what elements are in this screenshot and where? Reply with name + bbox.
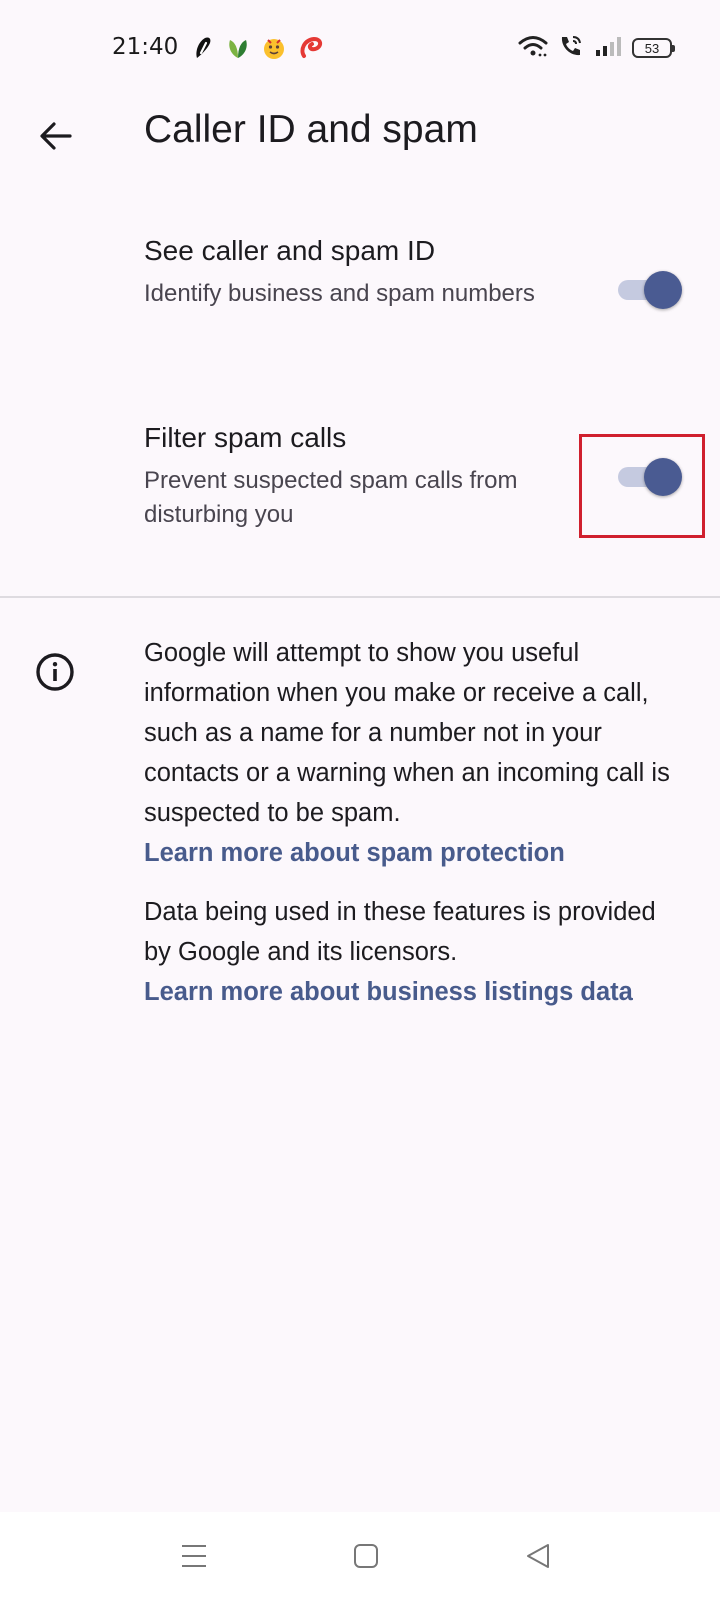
home-icon	[354, 1544, 378, 1568]
spam-protection-link[interactable]: Learn more about spam protection	[144, 833, 684, 873]
setting-summary: Identify business and spam numbers	[144, 280, 535, 307]
arrow-back-icon	[40, 122, 72, 150]
setting-title: See caller and spam ID	[144, 235, 436, 266]
app-icon-one	[192, 36, 214, 60]
status-time: 21:40	[112, 34, 179, 60]
page-title: Caller ID and spam	[144, 108, 478, 151]
wifi-icon	[518, 34, 548, 63]
setting-title: Filter spam calls	[144, 422, 347, 453]
notification-icons	[192, 34, 324, 62]
setting-row-caller-spam-id[interactable]: See caller and spam ID Identify business…	[0, 215, 720, 365]
wifi-calling-icon	[558, 34, 584, 63]
leaf-icon	[226, 36, 250, 60]
battery-icon: 53	[632, 38, 675, 58]
info-paragraph-spam: Google will attempt to show you useful i…	[144, 633, 684, 873]
switch-thumb	[644, 271, 682, 309]
caller-spam-id-switch[interactable]	[614, 271, 684, 309]
back-button[interactable]	[30, 110, 82, 162]
navigation-bar	[0, 1512, 720, 1600]
status-bar: 21:40 53	[0, 0, 720, 96]
menu-button[interactable]	[172, 1534, 216, 1578]
info-icon	[36, 653, 74, 691]
emoji-icon	[262, 36, 286, 60]
highlight-box	[579, 434, 705, 538]
back-nav-button[interactable]	[516, 1534, 560, 1578]
back-triangle-icon	[527, 1544, 549, 1568]
info-text: Data being used in these features is pro…	[144, 898, 656, 966]
divider	[0, 596, 720, 598]
info-text: Google will attempt to show you useful i…	[144, 639, 670, 827]
airtel-icon	[298, 36, 324, 60]
menu-icon	[182, 1545, 206, 1567]
system-icons: 53	[518, 34, 675, 63]
info-paragraph-data: Data being used in these features is pro…	[144, 892, 684, 1012]
setting-summary: Prevent suspected spam calls from distur…	[144, 467, 518, 528]
business-listings-link[interactable]: Learn more about business listings data	[144, 972, 684, 1012]
signal-icon	[594, 34, 622, 63]
home-button[interactable]	[344, 1534, 388, 1578]
